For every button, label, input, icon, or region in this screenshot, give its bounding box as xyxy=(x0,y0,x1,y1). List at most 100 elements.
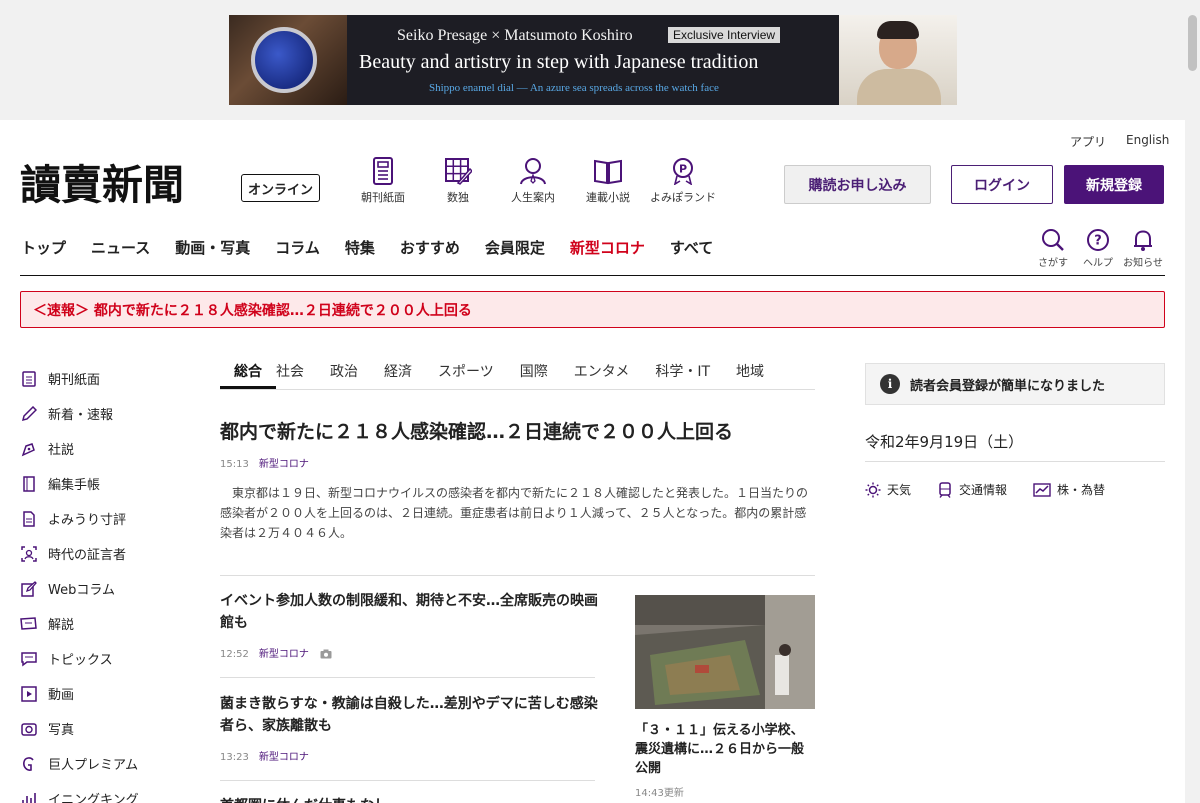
sidebar-item-photo[interactable]: 写真 xyxy=(20,711,139,746)
app-link[interactable]: アプリ xyxy=(1070,133,1106,150)
help-icon: ? xyxy=(1087,229,1109,251)
english-link[interactable]: English xyxy=(1126,133,1169,147)
tab-economy[interactable]: 経済 xyxy=(372,352,426,389)
sidebar-item-commentary[interactable]: よみうり寸評 xyxy=(20,501,139,536)
bell-icon xyxy=(1134,230,1152,251)
sidebar-item-witness[interactable]: 時代の証言者 xyxy=(20,536,139,571)
current-date: 令和2年9月19日（土） xyxy=(865,433,1024,451)
header-link-sudoku[interactable]: 数独 xyxy=(418,157,498,205)
photo-story-time: 14:43更新 xyxy=(635,788,684,799)
header-link-label: 数独 xyxy=(447,191,469,204)
tab-sports[interactable]: スポーツ xyxy=(426,352,508,389)
camera-icon xyxy=(20,720,38,738)
photo-story-caption[interactable]: 「３・１１」伝える小学校、震災遺構に…２６日から一般公開 xyxy=(635,721,815,778)
divider xyxy=(220,780,595,781)
search-tool-label: さがす xyxy=(1038,258,1068,269)
notice-text: 読者会員登録が簡単になりました xyxy=(910,378,1106,394)
nav-top[interactable]: トップ xyxy=(21,237,66,258)
stocks-link[interactable]: 株・為替 xyxy=(1033,481,1105,498)
tab-international[interactable]: 国際 xyxy=(508,352,562,389)
nav-video-photo[interactable]: 動画・写真 xyxy=(175,237,250,258)
newspaper-icon xyxy=(373,157,393,185)
sidebar-item-webcolumn[interactable]: Webコラム xyxy=(20,571,139,606)
sidebar-item-notebook[interactable]: 編集手帳 xyxy=(20,466,139,501)
sidebar-item-giants[interactable]: 巨人プレミアム xyxy=(20,746,139,781)
header-link-label: 朝刊紙面 xyxy=(361,191,405,204)
sidebar-item-explainer[interactable]: 解説 xyxy=(20,606,139,641)
article-meta: 12:52 新型コロナ xyxy=(220,645,332,660)
timestamp: 12:52 xyxy=(220,649,249,660)
person-icon xyxy=(520,158,546,185)
nav-divider xyxy=(20,275,1165,276)
login-button[interactable]: ログイン xyxy=(951,165,1053,204)
top-story-headline[interactable]: 都内で新たに２１８人感染確認…２日連続で２００人上回る xyxy=(220,417,815,444)
top-story-lead: 東京都は１９日、新型コロナウイルスの感染者を都内で新たに２１８人確認したと発表し… xyxy=(220,486,809,540)
scrollbar-thumb[interactable] xyxy=(1188,15,1197,71)
scrollbar[interactable] xyxy=(1185,0,1200,803)
advertisement-banner[interactable]: Seiko Presage × Matsumoto Koshiro Exclus… xyxy=(229,15,957,105)
header-link-yomipo[interactable]: P よみぽランド xyxy=(643,157,723,205)
register-button[interactable]: 新規登録 xyxy=(1064,165,1164,204)
weather-link[interactable]: 天気 xyxy=(865,481,911,498)
article-title[interactable]: 菌まき散らすな・教諭は自殺した…差別やデマに苦しむ感染者ら、家族離散も xyxy=(220,693,600,737)
tab-society[interactable]: 社会 xyxy=(276,352,318,389)
tab-general[interactable]: 総合 xyxy=(220,352,276,389)
chat-icon xyxy=(20,650,38,668)
help-tool-label: ヘルプ xyxy=(1083,258,1113,269)
header-link-label: 連載小説 xyxy=(586,191,630,204)
sidebar-item-inning-king[interactable]: イニングキング xyxy=(20,781,139,803)
sidebar-item-latest[interactable]: 新着・速報 xyxy=(20,396,139,431)
quick-link-label: 交通情報 xyxy=(959,483,1008,497)
header-link-label: 人生案内 xyxy=(511,191,555,204)
train-icon xyxy=(939,481,951,498)
sudoku-icon xyxy=(445,158,472,185)
story-photo[interactable] xyxy=(635,595,815,709)
category-link[interactable]: 新型コロナ xyxy=(259,752,309,763)
sidebar-item-label: 新着・速報 xyxy=(48,408,114,423)
header-link-newspaper[interactable]: 朝刊紙面 xyxy=(343,157,423,205)
nav-all[interactable]: すべて xyxy=(670,237,713,258)
breaking-news-banner[interactable]: ＜速報＞ 都内で新たに２１８人感染確認…２日連続で２００人上回る xyxy=(20,291,1165,328)
nav-feature[interactable]: 特集 xyxy=(345,237,375,258)
pencil-icon xyxy=(20,405,38,423)
sidebar-item-label: 写真 xyxy=(48,723,75,738)
divider xyxy=(220,575,815,576)
svg-text:P: P xyxy=(679,163,687,176)
sidebar-item-topics[interactable]: トピックス xyxy=(20,641,139,676)
sidebar-item-label: 朝刊紙面 xyxy=(48,373,101,388)
chart-icon xyxy=(20,790,38,803)
help-tool[interactable]: ? ヘルプ xyxy=(1076,228,1120,269)
category-link[interactable]: 新型コロナ xyxy=(259,649,309,660)
tab-politics[interactable]: 政治 xyxy=(318,352,372,389)
header-link-advice[interactable]: 人生案内 xyxy=(493,157,573,205)
tab-science-it[interactable]: 科学・IT xyxy=(643,352,724,389)
traffic-link[interactable]: 交通情報 xyxy=(937,481,1007,498)
article-title[interactable]: イベント参加人数の制限緩和、期待と不安…全席販売の映画館も xyxy=(220,590,600,634)
nav-news[interactable]: ニュース xyxy=(91,237,150,258)
pen-nib-icon xyxy=(20,440,38,458)
header-link-novel[interactable]: 連載小説 xyxy=(568,157,648,205)
sidebar-item-editorial[interactable]: 社説 xyxy=(20,431,139,466)
notification-tool[interactable]: お知らせ xyxy=(1121,228,1165,269)
category-link[interactable]: 新型コロナ xyxy=(259,459,309,470)
nav-column[interactable]: コラム xyxy=(275,237,320,258)
sidebar-item-video[interactable]: 動画 xyxy=(20,676,139,711)
site-logo[interactable]: 讀賣新聞 xyxy=(20,161,184,209)
screen-icon xyxy=(20,615,38,633)
ad-line-2: Beauty and artistry in step with Japanes… xyxy=(359,51,759,73)
sidebar-item-newspaper[interactable]: 朝刊紙面 xyxy=(20,361,139,396)
tab-region[interactable]: 地域 xyxy=(724,352,764,389)
article-title[interactable]: 首都圏に休んだ仕事もなし… xyxy=(220,795,600,803)
subscribe-button[interactable]: 購読お申し込み xyxy=(784,165,931,204)
camera-icon xyxy=(320,649,332,659)
tab-entertainment[interactable]: エンタメ xyxy=(562,352,644,389)
sidebar-item-label: 巨人プレミアム xyxy=(48,758,139,773)
sidebar-item-label: イニングキング xyxy=(48,793,139,803)
nav-recommend[interactable]: おすすめ xyxy=(400,237,460,258)
search-tool[interactable]: さがす xyxy=(1031,228,1075,269)
stock-chart-icon xyxy=(1033,482,1051,497)
nav-members[interactable]: 会員限定 xyxy=(485,237,545,258)
member-notice[interactable]: i 読者会員登録が簡単になりました xyxy=(865,363,1165,405)
nav-corona[interactable]: 新型コロナ xyxy=(570,237,645,258)
top-story-meta: 15:13 新型コロナ xyxy=(220,455,309,470)
